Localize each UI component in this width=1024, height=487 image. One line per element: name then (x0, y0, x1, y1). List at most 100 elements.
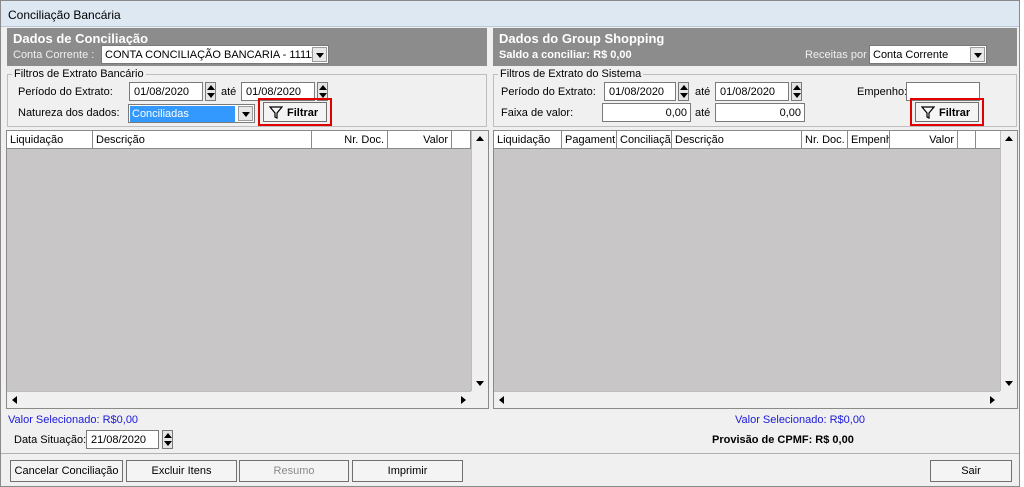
faixa-valor-from[interactable]: 0,00 (602, 103, 691, 122)
chevron-down-icon[interactable] (312, 47, 327, 62)
filtrar-label: Filtrar (287, 107, 319, 119)
imprimir-button[interactable]: Imprimir (352, 460, 463, 482)
col-valor[interactable]: Valor (388, 131, 452, 149)
funnel-icon (920, 106, 936, 122)
scroll-up-button[interactable] (472, 131, 488, 147)
col-nr-doc[interactable]: Nr. Doc. (312, 131, 388, 149)
scroll-left-button[interactable] (494, 392, 510, 408)
left-header-title: Dados de Conciliação (13, 31, 149, 46)
bottom-separator (1, 453, 1019, 454)
right-date-to-value: 01/08/2020 (720, 86, 776, 98)
funnel-icon (268, 106, 284, 122)
arrow-right-icon (461, 396, 466, 404)
right-vertical-scrollbar[interactable] (1000, 131, 1017, 392)
empenho-label: Empenho: (857, 86, 908, 98)
provisao-cpmf: Provisão de CPMF: R$ 0,00 (712, 434, 854, 446)
resumo-button[interactable]: Resumo (239, 460, 349, 482)
faixa-to-value: 0,00 (779, 107, 801, 119)
right-grid-header: Liquidação Pagament Conciliaçã Descrição… (494, 131, 1000, 149)
scroll-corner (1000, 391, 1017, 408)
scroll-down-button[interactable] (472, 376, 488, 392)
natureza-value: Conciliadas (130, 106, 235, 122)
scroll-up-button[interactable] (1001, 131, 1017, 147)
left-vertical-scrollbar[interactable] (471, 131, 488, 392)
right-date-from[interactable]: 01/08/2020 (604, 82, 676, 101)
chevron-down-icon[interactable] (238, 106, 253, 121)
right-valor-selecionado: Valor Selecionado: R$0,00 (735, 414, 866, 426)
col-nr-doc[interactable]: Nr. Doc. (802, 131, 848, 149)
col-descricao[interactable]: Descrição (93, 131, 312, 149)
right-date-to-spinner[interactable] (791, 82, 802, 101)
right-data-grid[interactable]: Liquidação Pagament Conciliaçã Descrição… (493, 130, 1018, 409)
left-filters-title: Filtros de Extrato Bancário (12, 68, 146, 80)
sair-button[interactable]: Sair (930, 460, 1012, 482)
conta-corrente-select[interactable]: CONTA CONCILIAÇÃO BANCARIA - 11111 (101, 45, 329, 64)
right-date-from-value: 01/08/2020 (609, 86, 665, 98)
cancelar-conciliacao-button[interactable]: Cancelar Conciliação (10, 460, 123, 482)
background-window-strip (1020, 0, 1024, 487)
filtrar-label: Filtrar (939, 107, 971, 119)
col-extra (958, 131, 976, 149)
arrow-down-icon (1005, 381, 1013, 386)
title-bar: Conciliação Bancária (1, 1, 1019, 27)
data-situacao-input[interactable]: 21/08/2020 (86, 430, 159, 449)
filtrar-button-right[interactable]: Filtrar (915, 102, 979, 122)
right-horizontal-scrollbar[interactable] (494, 391, 1000, 408)
left-valor-selecionado: Valor Selecionado: R$0,00 (8, 414, 139, 426)
data-situacao-spinner[interactable] (162, 430, 173, 449)
conta-corrente-label: Conta Corrente : (13, 49, 95, 61)
col-liquidacao[interactable]: Liquidação (494, 131, 562, 149)
right-date-to[interactable]: 01/08/2020 (715, 82, 789, 101)
conciliacao-window: Conciliação Bancária Dados de Conciliaçã… (0, 0, 1020, 487)
col-liquidacao[interactable]: Liquidação (7, 131, 93, 149)
left-horizontal-scrollbar[interactable] (7, 391, 471, 408)
arrow-right-icon (990, 396, 995, 404)
natureza-label: Natureza dos dados: (18, 107, 120, 119)
left-grid-header: Liquidação Descrição Nr. Doc. Valor (7, 131, 471, 149)
arrow-up-icon (476, 136, 484, 141)
scroll-right-button[interactable] (984, 392, 1000, 408)
col-extra (452, 131, 471, 149)
scroll-corner (471, 391, 488, 408)
right-header-title: Dados do Group Shopping (499, 31, 665, 46)
data-situacao-value: 21/08/2020 (91, 434, 147, 446)
scroll-left-button[interactable] (7, 392, 23, 408)
left-date-from-value: 01/08/2020 (134, 86, 190, 98)
left-data-grid[interactable]: Liquidação Descrição Nr. Doc. Valor (6, 130, 489, 409)
arrow-up-icon (1005, 136, 1013, 141)
receitas-por-select[interactable]: Conta Corrente (869, 45, 987, 64)
faixa-from-value: 0,00 (665, 107, 687, 119)
data-situacao-label: Data Situação: (14, 434, 87, 446)
left-date-from-spinner[interactable] (205, 82, 216, 101)
chevron-down-icon[interactable] (970, 47, 985, 62)
periodo-label: Período do Extrato: (18, 86, 113, 98)
right-filters-title: Filtros de Extrato do Sistema (498, 68, 644, 80)
faixa-valor-to[interactable]: 0,00 (715, 103, 805, 122)
col-valor[interactable]: Valor (890, 131, 958, 149)
window-title: Conciliação Bancária (8, 8, 121, 22)
conta-corrente-value: CONTA CONCILIAÇÃO BANCARIA - 11111 (105, 49, 317, 61)
left-date-to-value: 01/08/2020 (246, 86, 302, 98)
col-descricao[interactable]: Descrição (672, 131, 802, 149)
arrow-left-icon (12, 396, 17, 404)
scroll-down-button[interactable] (1001, 376, 1017, 392)
left-date-from[interactable]: 01/08/2020 (129, 82, 203, 101)
arrow-down-icon (476, 381, 484, 386)
faixa-valor-label: Faixa de valor: (501, 107, 574, 119)
arrow-left-icon (499, 396, 504, 404)
excluir-itens-button[interactable]: Excluir Itens (126, 460, 237, 482)
col-pagamento[interactable]: Pagament (562, 131, 617, 149)
filtrar-button-left[interactable]: Filtrar (263, 102, 327, 122)
ate-label: até (221, 86, 237, 98)
col-empenho[interactable]: Empenh (848, 131, 890, 149)
receitas-por-value: Conta Corrente (873, 49, 949, 61)
scroll-right-button[interactable] (455, 392, 471, 408)
col-conciliacao[interactable]: Conciliaçã (617, 131, 672, 149)
right-date-from-spinner[interactable] (678, 82, 689, 101)
saldo-a-conciliar: Saldo a conciliar: R$ 0,00 (499, 49, 632, 61)
ate-label: até (695, 86, 711, 98)
natureza-select[interactable]: Conciliadas (128, 104, 255, 123)
faixa-ate-label: até (695, 107, 711, 119)
receitas-por-label: Receitas por (805, 49, 867, 61)
periodo-label: Período do Extrato: (501, 86, 596, 98)
